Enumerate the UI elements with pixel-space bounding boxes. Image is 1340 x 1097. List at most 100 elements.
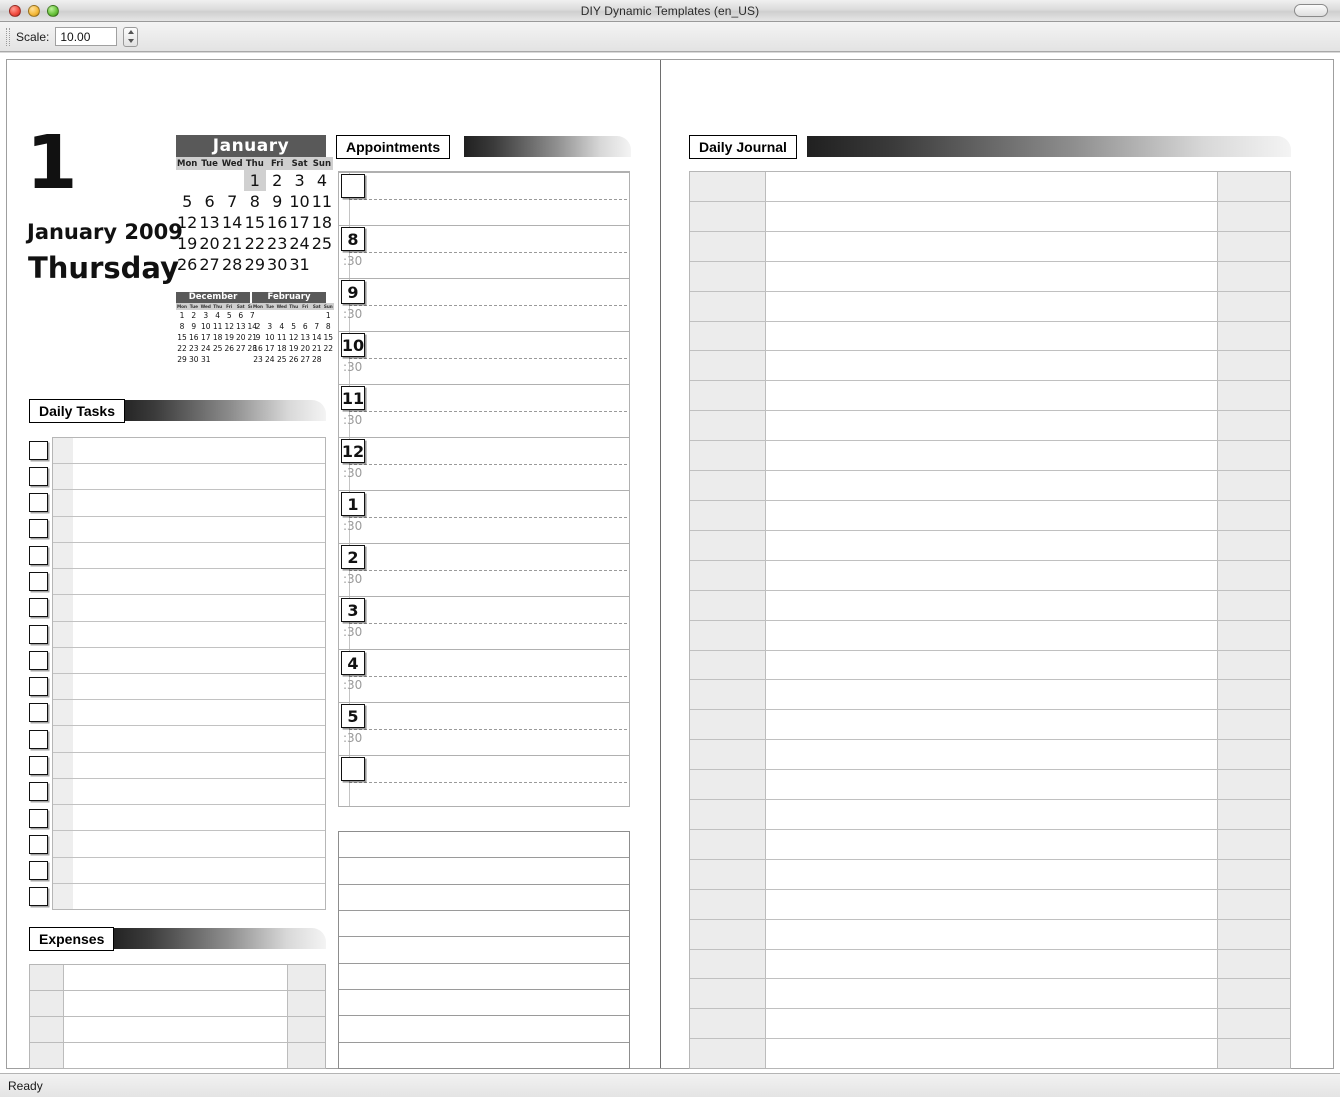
journal-row[interactable]: [690, 800, 1290, 830]
task-row[interactable]: [53, 542, 325, 570]
task-row[interactable]: [53, 883, 325, 909]
expense-row[interactable]: [30, 991, 325, 1017]
calendar-day[interactable]: 21: [311, 343, 323, 354]
calendar-day[interactable]: 29: [176, 354, 188, 365]
calendar-day[interactable]: 11: [311, 191, 333, 212]
journal-time-cell[interactable]: [690, 889, 765, 919]
calendar-day[interactable]: 23: [188, 343, 200, 354]
journal-margin-cell[interactable]: [1218, 411, 1290, 441]
journal-time-cell[interactable]: [690, 261, 765, 291]
appointment-hour-box[interactable]: 4: [341, 651, 365, 675]
task-row-input[interactable]: [73, 542, 325, 569]
stepper-down-icon[interactable]: [127, 39, 134, 43]
calendar-day[interactable]: 8: [244, 191, 266, 212]
journal-entry-cell[interactable]: [765, 201, 1218, 231]
task-row[interactable]: [53, 752, 325, 779]
journal-margin-cell[interactable]: [1218, 291, 1290, 321]
journal-margin-cell[interactable]: [1218, 530, 1290, 560]
journal-time-cell[interactable]: [690, 770, 765, 800]
journal-margin-cell[interactable]: [1218, 471, 1290, 500]
calendar-day[interactable]: 20: [299, 343, 311, 354]
journal-row[interactable]: [690, 1039, 1290, 1069]
calendar-day[interactable]: 18: [212, 332, 224, 343]
task-row[interactable]: [53, 726, 325, 753]
calendar-day[interactable]: 9: [188, 321, 200, 332]
calendar-day[interactable]: 7: [311, 321, 323, 332]
calendar-day[interactable]: 10: [200, 321, 212, 332]
calendar-day[interactable]: 13: [198, 212, 220, 233]
task-row-input[interactable]: [73, 831, 325, 857]
journal-time-cell[interactable]: [690, 500, 765, 530]
journal-entry-cell[interactable]: [765, 291, 1218, 321]
journal-entry-cell[interactable]: [765, 650, 1218, 680]
journal-entry-cell[interactable]: [765, 949, 1218, 979]
calendar-day[interactable]: 27: [299, 354, 311, 365]
task-row-input[interactable]: [73, 516, 325, 542]
journal-entry-cell[interactable]: [765, 889, 1218, 919]
expense-description-cell[interactable]: [63, 991, 288, 1016]
calendar-day[interactable]: 20: [198, 233, 220, 254]
calendar-day[interactable]: 16: [266, 212, 288, 233]
calendar-day[interactable]: 22: [323, 343, 335, 354]
task-checkbox[interactable]: [29, 440, 48, 460]
task-row-input[interactable]: [73, 647, 325, 673]
journal-margin-cell[interactable]: [1218, 1039, 1290, 1069]
expense-date-cell[interactable]: [30, 991, 63, 1016]
journal-row[interactable]: [690, 919, 1290, 950]
calendar-day[interactable]: 24: [288, 233, 310, 254]
task-row-input[interactable]: [73, 438, 325, 464]
task-row[interactable]: [53, 673, 325, 701]
calendar-day[interactable]: 19: [288, 343, 300, 354]
calendar-next-month[interactable]: February Mon Tue Wed Thu Fri Sat Sun 123456789…: [252, 292, 335, 365]
task-checkbox[interactable]: [29, 572, 48, 592]
calendar-day[interactable]: 17: [264, 343, 276, 354]
calendar-day[interactable]: 26: [223, 343, 235, 354]
calendar-day[interactable]: 25: [276, 354, 288, 365]
journal-row[interactable]: [690, 740, 1290, 771]
journal-entry-cell[interactable]: [765, 680, 1218, 710]
calendar-day[interactable]: 10: [264, 332, 276, 343]
journal-entry-cell[interactable]: [765, 710, 1218, 740]
task-row-input[interactable]: [73, 490, 325, 516]
calendar-day[interactable]: 26: [288, 354, 300, 365]
calendar-current-month[interactable]: January Mon Tue Wed Thu Fri Sat Sun 1234567891…: [176, 135, 334, 275]
journal-margin-cell[interactable]: [1218, 770, 1290, 800]
calendar-day[interactable]: 5: [176, 191, 198, 212]
calendar-day[interactable]: 7: [221, 191, 244, 212]
journal-margin-cell[interactable]: [1218, 441, 1290, 471]
journal-row[interactable]: [690, 829, 1290, 860]
calendar-day[interactable]: 21: [221, 233, 244, 254]
template-canvas[interactable]: 1 January 2009 Thursday January Mon Tue We…: [0, 52, 1340, 1073]
journal-time-cell[interactable]: [690, 172, 765, 201]
journal-row[interactable]: [690, 471, 1290, 501]
toolbar-grip-icon[interactable]: [6, 27, 10, 46]
calendar-day[interactable]: 23: [252, 354, 264, 365]
calendar-previous-month[interactable]: December MonTueWedThuFriSatSun 123456789…: [176, 292, 259, 365]
calendar-day[interactable]: 10: [288, 191, 310, 212]
calendar-day[interactable]: 6: [299, 321, 311, 332]
expense-amount-cell[interactable]: [288, 1017, 325, 1042]
journal-entry-cell[interactable]: [765, 1009, 1218, 1039]
calendar-day[interactable]: 2: [252, 321, 264, 332]
task-row-input[interactable]: [73, 673, 325, 700]
calendar-day[interactable]: 30: [188, 354, 200, 365]
task-checkbox[interactable]: [29, 861, 48, 881]
calendar-day[interactable]: 11: [212, 321, 224, 332]
calendar-day[interactable]: 12: [288, 332, 300, 343]
calendar-day[interactable]: 6: [198, 191, 220, 212]
calendar-day[interactable]: 1: [176, 310, 188, 321]
journal-time-cell[interactable]: [690, 620, 765, 650]
daily-tasks-table[interactable]: [52, 437, 326, 910]
journal-margin-cell[interactable]: [1218, 261, 1290, 291]
journal-time-cell[interactable]: [690, 201, 765, 231]
journal-row[interactable]: [690, 1009, 1290, 1040]
task-checkbox[interactable]: [29, 466, 48, 486]
expense-description-cell[interactable]: [63, 1043, 288, 1068]
journal-entry-cell[interactable]: [765, 261, 1218, 291]
journal-time-cell[interactable]: [690, 919, 765, 949]
calendar-day[interactable]: 4: [311, 170, 333, 191]
note-row[interactable]: [339, 964, 629, 990]
task-row-input[interactable]: [73, 621, 325, 647]
journal-margin-cell[interactable]: [1218, 740, 1290, 770]
task-checkbox[interactable]: [29, 650, 48, 670]
